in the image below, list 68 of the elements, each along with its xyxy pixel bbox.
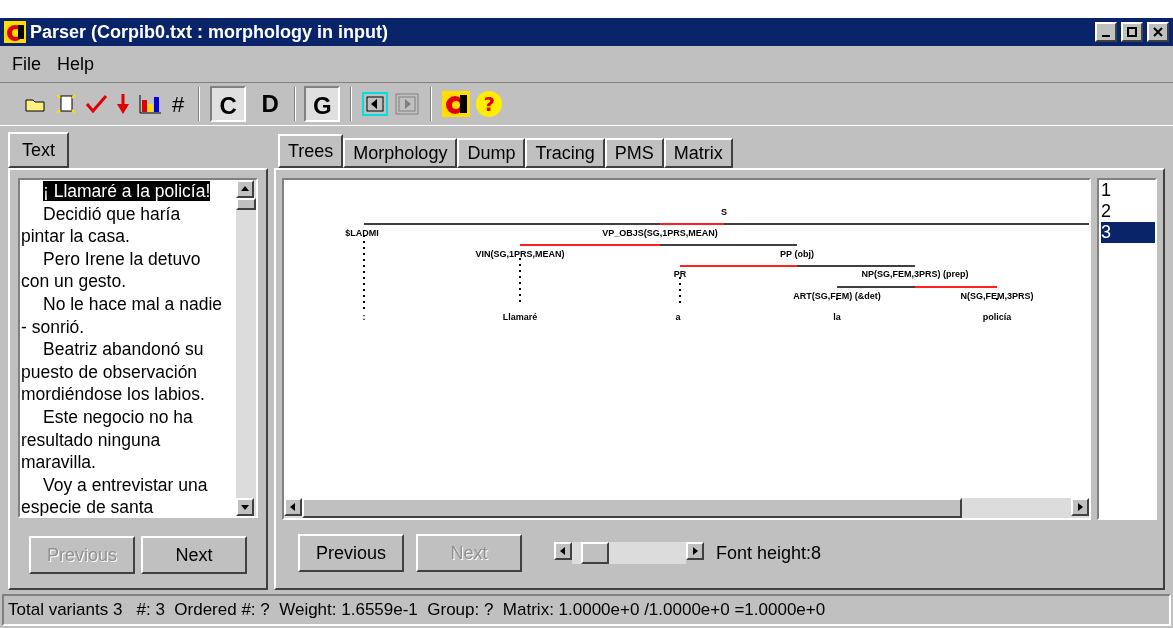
sentence-text[interactable]: No le hace mal a nadie - sonrió. bbox=[21, 292, 224, 339]
tree-node-label: PP (obj) bbox=[780, 249, 814, 259]
minimize-button[interactable] bbox=[1095, 22, 1117, 42]
tab[interactable]: Dump bbox=[457, 138, 526, 168]
scroll-right-button[interactable] bbox=[1071, 498, 1089, 516]
window-title: Parser (Corpib0.txt : morphology in input) bbox=[30, 20, 389, 44]
horizontal-scrollbar[interactable] bbox=[284, 498, 1089, 518]
font-height-label: Font height:8 bbox=[716, 541, 822, 565]
app-logo-icon bbox=[442, 91, 471, 117]
next-frame-icon bbox=[394, 92, 421, 116]
scroll-thumb[interactable] bbox=[302, 498, 962, 518]
tree-leaf-word: a bbox=[675, 312, 681, 322]
previous-frame-icon bbox=[362, 92, 389, 116]
vertical-scrollbar[interactable] bbox=[236, 180, 256, 516]
tree-node-label: N(SG,FEM,3PRS) bbox=[960, 291, 1034, 301]
tab[interactable]: Morphology bbox=[343, 138, 458, 168]
tree-node-label: VIN(SG,1PRS,MEAN) bbox=[475, 249, 565, 259]
menu-item[interactable]: File bbox=[12, 50, 41, 78]
nav-button[interactable]: Next bbox=[141, 536, 247, 574]
slider-left-button[interactable] bbox=[554, 542, 572, 560]
menu-item[interactable]: Help bbox=[57, 50, 95, 78]
close-icon bbox=[1153, 27, 1163, 37]
status-bar: Total variants 3 #: 3 Ordered #: ? Weight: 1.6559e-1 Group: ? Matrix: 1.0000e+0 /1.0000e+0 =1.0000e+0 bbox=[2, 594, 1171, 626]
sentence-text[interactable]: Voy a entrevistar una especie de santa bbox=[21, 473, 224, 516]
scroll-down-button[interactable] bbox=[236, 498, 254, 516]
down-arrow-icon bbox=[114, 92, 132, 116]
variant-item[interactable]: 3 bbox=[1101, 222, 1155, 243]
slider-thumb[interactable] bbox=[580, 542, 609, 564]
bar-chart-icon bbox=[138, 92, 162, 116]
tree-leaf-word: : bbox=[362, 312, 366, 322]
toggle-button[interactable]: D bbox=[252, 86, 289, 122]
checkmark-icon bbox=[84, 92, 108, 116]
maximize-icon bbox=[1127, 27, 1137, 37]
slider-right-button[interactable] bbox=[686, 542, 704, 560]
tree-leaf-word: policía bbox=[982, 312, 1012, 322]
tab[interactable]: Trees bbox=[278, 134, 344, 168]
scroll-thumb[interactable] bbox=[236, 198, 256, 210]
scroll-up-button[interactable] bbox=[236, 180, 254, 198]
close-button[interactable] bbox=[1147, 22, 1169, 42]
variant-item[interactable]: 1 bbox=[1101, 180, 1155, 201]
tab[interactable]: Matrix bbox=[663, 138, 733, 168]
tree-node-label: VP_OBJS(SG,1PRS,MEAN) bbox=[602, 228, 718, 238]
tree-node-label: PR bbox=[673, 269, 687, 279]
tree-node-label: NP(SG,FEM,3PRS) (prep) bbox=[861, 269, 969, 279]
toggle-button[interactable]: C bbox=[210, 86, 247, 122]
sentence-text[interactable]: Pero Irene la detuvo con un gesto. bbox=[21, 247, 224, 293]
tree-node-label: ART(SG,FEM) (&det) bbox=[793, 291, 881, 301]
tree-leaf-word: la bbox=[833, 312, 841, 322]
tab[interactable]: PMS bbox=[604, 138, 664, 168]
document-icon bbox=[54, 92, 78, 116]
app-logo-icon bbox=[4, 21, 26, 43]
font-size-slider-track[interactable] bbox=[572, 542, 686, 564]
hash-label[interactable]: # bbox=[168, 87, 189, 121]
toggle-button[interactable]: G bbox=[304, 86, 341, 122]
tab[interactable]: Tracing bbox=[525, 138, 605, 168]
minimize-icon bbox=[1102, 35, 1110, 37]
sentence-text[interactable]: Este negocio no ha resultado ninguna maravilla. bbox=[21, 405, 224, 474]
variant-item[interactable]: 2 bbox=[1101, 201, 1155, 222]
sentence-text[interactable]: Beatriz abandonó su puesto de observación mordiéndose los labios. bbox=[21, 338, 224, 406]
panel-tab[interactable]: Text bbox=[8, 132, 69, 168]
sentence-text[interactable]: Decidió que haría pintar la casa. bbox=[21, 202, 224, 248]
tree-node-label: $LADMI bbox=[345, 228, 379, 238]
help-icon[interactable]: ? bbox=[476, 91, 503, 117]
tree-node-label: S bbox=[721, 207, 727, 217]
maximize-button[interactable] bbox=[1121, 22, 1143, 42]
nav-button[interactable]: Previous bbox=[298, 534, 404, 572]
tree-leaf-word: Llamaré bbox=[502, 312, 538, 322]
scroll-left-button[interactable] bbox=[284, 498, 302, 516]
